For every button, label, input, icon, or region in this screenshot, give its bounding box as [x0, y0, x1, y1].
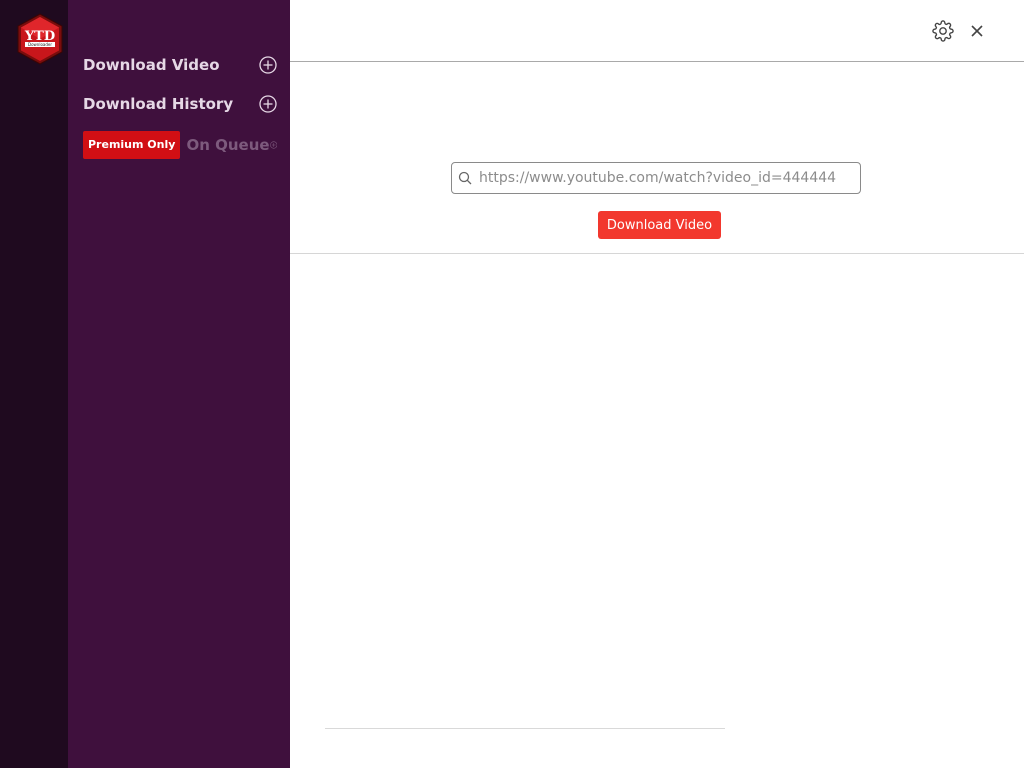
sidebar-item-label: Download Video — [83, 56, 220, 74]
sidebar-item-label: Download History — [83, 95, 234, 113]
search-section: Download Video — [290, 62, 1024, 254]
premium-badge: Premium Only — [83, 131, 181, 159]
ytd-logo: YTD Downloader — [17, 13, 63, 65]
plus-circle-icon[interactable] — [259, 56, 277, 74]
plus-circle-icon[interactable] — [259, 95, 277, 113]
sidebar: Download Video Download History Premium … — [68, 0, 290, 768]
svg-text:Downloader: Downloader — [28, 42, 52, 47]
url-search-box — [451, 162, 861, 194]
sidebar-item-label: On Queue — [186, 136, 270, 154]
download-video-button[interactable]: Download Video — [598, 211, 721, 239]
sidebar-item-download-history[interactable]: Download History — [83, 91, 277, 117]
app-window: YTD Downloader Download Video Download H… — [0, 0, 1024, 768]
divider — [325, 728, 725, 729]
top-bar — [290, 0, 1024, 62]
search-icon — [458, 171, 472, 185]
close-icon[interactable] — [967, 21, 987, 41]
sidebar-item-download-video[interactable]: Download Video — [83, 52, 277, 78]
left-rail: YTD Downloader — [0, 0, 68, 768]
sidebar-item-on-queue[interactable]: Premium Only On Queue — [83, 131, 277, 159]
plus-circle-icon[interactable] — [269, 136, 277, 154]
gear-icon[interactable] — [932, 20, 954, 42]
url-input[interactable] — [477, 169, 860, 187]
